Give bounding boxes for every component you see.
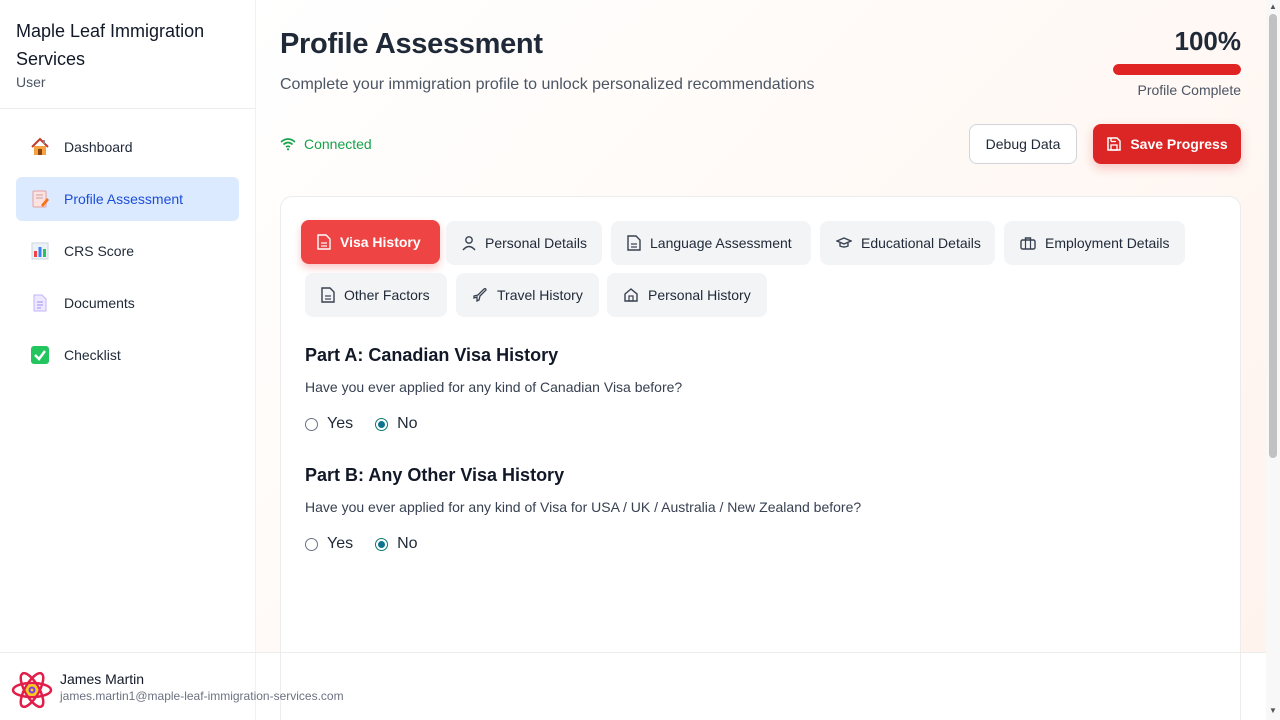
save-icon [1107, 137, 1122, 151]
sidebar-item-documents[interactable]: Documents [16, 281, 239, 325]
part-b-question: Have you ever applied for any kind of Vi… [305, 499, 862, 515]
sidebar-item-dashboard[interactable]: Dashboard [16, 125, 239, 169]
progress-bar [1113, 64, 1241, 75]
part-a-question: Have you ever applied for any kind of Ca… [305, 379, 683, 395]
house-icon [30, 137, 50, 157]
save-progress-button[interactable]: Save Progress [1093, 124, 1241, 164]
check-box-icon [30, 345, 50, 365]
user-profile[interactable]: James Martin james.martin1@maple-leaf-im… [0, 652, 1280, 720]
sidebar-item-label: Documents [64, 295, 135, 311]
bar-chart-icon [30, 241, 50, 261]
tab-personal-details[interactable]: Personal Details [446, 221, 602, 265]
connection-label: Connected [304, 136, 372, 152]
progress-percent: 100% [1174, 26, 1242, 56]
sidebar-item-label: CRS Score [64, 243, 135, 259]
brand-title: Maple Leaf Immigration Services [16, 21, 205, 69]
main-content: Profile Assessment Complete your immigra… [256, 0, 1266, 720]
tab-travel-history[interactable]: Travel History [456, 273, 599, 317]
page-scrollbar[interactable]: ▲ ▼ [1266, 0, 1280, 720]
page-title: Profile Assessment [280, 28, 543, 60]
sidebar-item-profile-assessment[interactable]: Profile Assessment [16, 177, 239, 221]
document-icon [30, 293, 50, 313]
part-a-options: Yes No [305, 415, 440, 433]
tab-other-factors[interactable]: Other Factors [305, 273, 447, 317]
document-icon [321, 287, 335, 303]
progress-bar-fill [1113, 64, 1241, 75]
part-a-no-radio[interactable] [375, 417, 389, 431]
tab-label: Personal Details [485, 235, 587, 251]
tab-label: Other Factors [344, 287, 430, 303]
user-role: User [16, 74, 46, 90]
page-subtitle: Complete your immigration profile to unl… [280, 76, 815, 93]
debug-data-button[interactable]: Debug Data [969, 124, 1077, 164]
briefcase-icon [1020, 237, 1036, 250]
brand: Maple Leaf Immigration Services User [0, 0, 255, 109]
memo-icon [30, 189, 50, 209]
tab-label: Educational Details [861, 235, 981, 251]
scroll-up-arrow-icon[interactable]: ▲ [1268, 2, 1278, 12]
assessment-card: Visa History Personal Details Language A… [280, 196, 1241, 720]
progress-label: Profile Complete [1137, 82, 1242, 98]
part-b-no-radio[interactable] [375, 537, 389, 551]
home-icon [624, 288, 638, 302]
sidebar-item-crs-score[interactable]: CRS Score [16, 229, 239, 273]
document-icon [627, 235, 641, 251]
tab-label: Travel History [497, 287, 583, 303]
document-icon [317, 234, 331, 250]
part-a-yes-radio[interactable] [305, 417, 318, 431]
wifi-icon [280, 138, 296, 151]
scrollbar-thumb[interactable] [1269, 14, 1277, 458]
radio-label-no[interactable]: No [397, 535, 417, 553]
plane-icon [473, 288, 487, 303]
radio-label-yes[interactable]: Yes [327, 535, 353, 553]
sidebar-item-checklist[interactable]: Checklist [16, 333, 239, 377]
sidebar-nav: Dashboard Profile Assessment CRS Score D… [0, 109, 255, 401]
tab-label: Visa History [340, 234, 421, 250]
tab-personal-history[interactable]: Personal History [607, 273, 767, 317]
tab-employment-details[interactable]: Employment Details [1004, 221, 1185, 265]
tab-educational-details[interactable]: Educational Details [820, 221, 995, 265]
user-icon [462, 236, 476, 251]
sidebar-item-label: Profile Assessment [64, 191, 184, 207]
sidebar-item-label: Checklist [64, 347, 121, 363]
save-progress-label: Save Progress [1130, 136, 1228, 152]
sidebar-item-label: Dashboard [64, 139, 133, 155]
scroll-down-arrow-icon[interactable]: ▼ [1268, 706, 1278, 716]
graduation-cap-icon [836, 237, 852, 248]
part-b-options: Yes No [305, 535, 440, 553]
avatar [11, 669, 53, 711]
part-b-title: Part B: Any Other Visa History [305, 465, 565, 485]
tab-label: Employment Details [1045, 235, 1170, 251]
sidebar: Maple Leaf Immigration Services User Das… [0, 0, 256, 720]
tab-label: Personal History [648, 287, 751, 303]
tab-visa-history[interactable]: Visa History [301, 220, 440, 264]
connection-status: Connected [280, 136, 372, 152]
tab-language-assessment[interactable]: Language Assessment [611, 221, 811, 265]
part-b-yes-radio[interactable] [305, 537, 318, 551]
part-a-title: Part A: Canadian Visa History [305, 345, 559, 365]
user-name: James Martin [60, 671, 145, 687]
user-email: james.martin1@maple-leaf-immigration-ser… [60, 689, 344, 703]
tab-label: Language Assessment [650, 235, 792, 251]
radio-label-yes[interactable]: Yes [327, 415, 353, 433]
radio-label-no[interactable]: No [397, 415, 417, 433]
